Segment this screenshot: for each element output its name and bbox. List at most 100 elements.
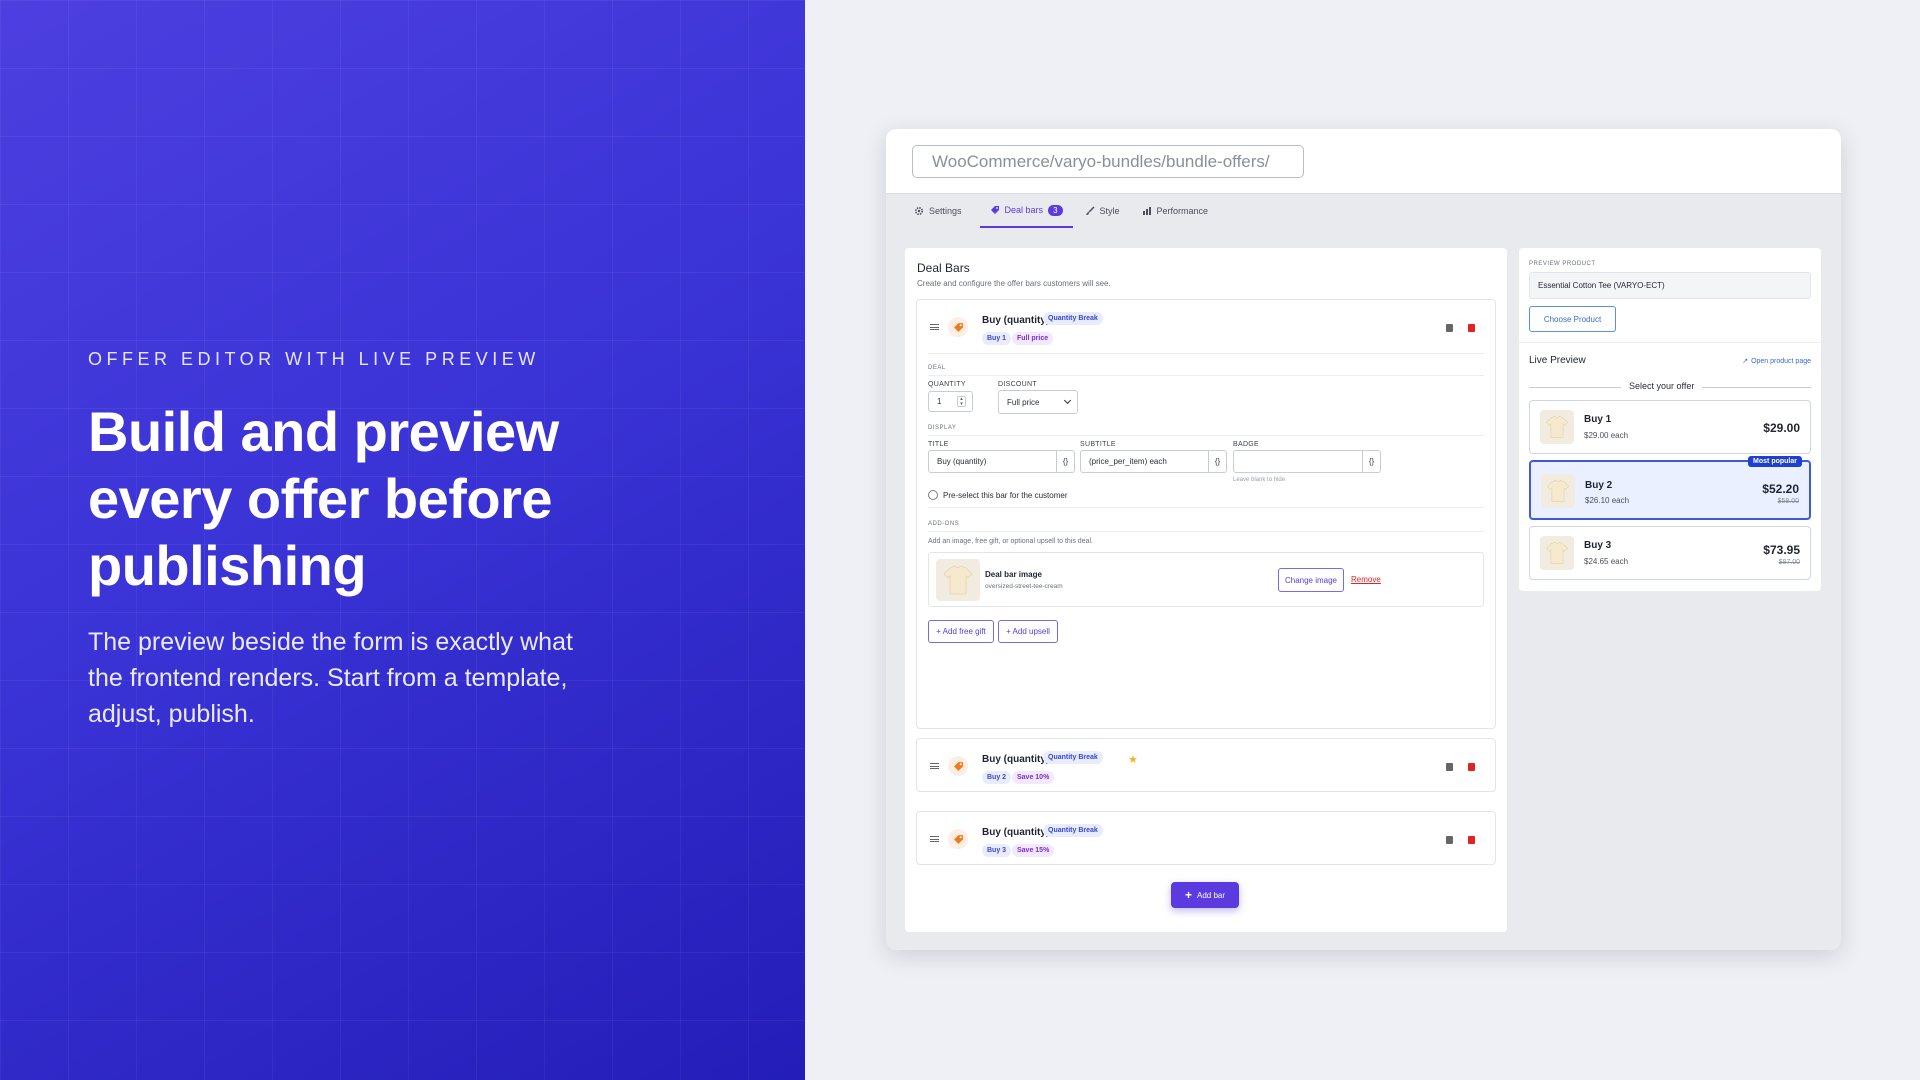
price-tag-icon: [948, 829, 968, 849]
add-free-gift-button[interactable]: + Add free gift: [928, 620, 994, 643]
hero-eyebrow: OFFER EDITOR WITH LIVE PREVIEW: [88, 349, 540, 369]
offer-name: Buy 1: [1584, 414, 1612, 425]
offer-option-1[interactable]: Buy 1 $29.00 each $29.00: [1529, 400, 1811, 454]
open-product-page-label: Open product page: [1751, 357, 1811, 365]
stepper-arrows-icon[interactable]: ▴ ▾: [957, 396, 966, 407]
delete-icon[interactable]: [1468, 324, 1475, 332]
star-icon: ★: [1128, 754, 1138, 766]
drag-handle-icon[interactable]: [930, 763, 939, 769]
drag-handle-icon[interactable]: [930, 324, 939, 330]
delete-icon[interactable]: [1468, 763, 1475, 771]
tab-settings[interactable]: Settings: [914, 202, 972, 228]
deal-bar-image-title: Deal bar image: [985, 570, 1042, 579]
live-preview-title: Live Preview: [1529, 355, 1586, 366]
badge-field[interactable]: {}: [1233, 450, 1381, 473]
duplicate-icon[interactable]: [1446, 324, 1453, 332]
variable-insert-button[interactable]: {}: [1056, 451, 1074, 472]
divider: [928, 531, 1484, 532]
tag-icon: [990, 206, 999, 214]
offer-total-price: $52.20: [1762, 482, 1799, 496]
bar-chart-icon: [1142, 207, 1151, 215]
deal-bar-image-row: Deal bar image oversized-street-tee-crea…: [928, 552, 1484, 607]
tab-settings-label: Settings: [929, 206, 962, 216]
hero-title: Build and preview every offer before pub…: [88, 400, 559, 597]
title-value: Buy (quantity): [937, 457, 987, 466]
url-field[interactable]: WooCommerce/varyo-bundles/bundle-offers/: [912, 145, 1304, 178]
title-field[interactable]: Buy (quantity) {}: [928, 450, 1075, 473]
preselect-radio[interactable]: [928, 490, 938, 500]
addons-description: Add an image, free gift, or optional ups…: [928, 538, 1093, 545]
divider: [928, 507, 1484, 508]
discount-chip: Full price: [1012, 332, 1054, 345]
hero-panel: OFFER EDITOR WITH LIVE PREVIEW Build and…: [0, 0, 805, 1080]
offer-option-2[interactable]: Most popular Buy 2 $26.10 each $52.20 $5…: [1529, 456, 1811, 520]
badge-label: BADGE: [1233, 441, 1260, 448]
chevron-down-icon: [1063, 396, 1072, 405]
delete-icon[interactable]: [1468, 836, 1475, 844]
preview-product-field[interactable]: Essential Cotton Tee (VARYO-ECT): [1529, 272, 1811, 299]
preview-product-value: Essential Cotton Tee (VARYO-ECT): [1538, 281, 1665, 290]
divider: [928, 435, 1484, 436]
gear-icon: [914, 206, 924, 216]
drag-handle-icon[interactable]: [930, 836, 939, 842]
offer-original-price: $87.00: [1778, 559, 1800, 566]
most-popular-badge: Most popular: [1748, 456, 1802, 467]
quantity-stepper[interactable]: 1 ▴ ▾: [928, 391, 973, 412]
addons-section-label: ADD-ONS: [928, 521, 960, 527]
tab-performance[interactable]: Performance: [1142, 202, 1219, 228]
tab-deal-bars[interactable]: Deal bars 3: [979, 202, 1073, 228]
quantity-chip: Buy 3: [982, 844, 1012, 857]
change-image-button[interactable]: Change image: [1278, 568, 1344, 592]
display-section-label: DISPLAY: [928, 425, 957, 431]
deal-bar-3[interactable]: Buy (quantity) Quantity Break Buy 3 Save…: [916, 811, 1496, 865]
quantity-label: QUANTITY: [928, 381, 966, 388]
duplicate-icon[interactable]: [1446, 763, 1453, 771]
subtitle-label: SUBTITLE: [1080, 441, 1116, 448]
offer-option-3[interactable]: Buy 3 $24.65 each $73.95 $87.00: [1529, 526, 1811, 580]
offer-total-price: $73.95: [1763, 543, 1800, 557]
quantity-value: 1: [937, 397, 942, 406]
tshirt-thumbnail: [936, 559, 980, 601]
tab-style-label: Style: [1099, 206, 1120, 216]
discount-chip: Save 10%: [1012, 771, 1055, 784]
tab-bar: Settings Deal bars 3 Style Performance: [914, 202, 1230, 228]
divider: [928, 375, 1484, 376]
subtitle-value: (price_per_item) each: [1089, 457, 1167, 466]
open-product-page-link[interactable]: ↗ Open product page: [1742, 357, 1811, 366]
variable-insert-button[interactable]: {}: [1362, 451, 1380, 472]
discount-value: Full price: [1007, 397, 1040, 407]
tab-performance-label: Performance: [1156, 206, 1209, 216]
quantity-break-chip: Quantity Break: [1043, 751, 1103, 764]
offer-unit-price: $29.00 each: [1584, 431, 1629, 440]
preview-product-label: PREVIEW PRODUCT: [1529, 261, 1596, 267]
deal-bar-1: Buy (quantity) Quantity Break Buy 1 Full…: [916, 299, 1496, 729]
title-label: TITLE: [928, 441, 949, 448]
tshirt-thumbnail: [1541, 474, 1575, 508]
quantity-break-chip: Quantity Break: [1043, 824, 1103, 837]
choose-product-button[interactable]: Choose Product: [1529, 306, 1616, 332]
preselect-label: Pre-select this bar for the customer: [943, 491, 1068, 500]
url-bar: WooCommerce/varyo-bundles/bundle-offers/: [886, 129, 1841, 194]
duplicate-icon[interactable]: [1446, 836, 1453, 844]
add-upsell-button[interactable]: + Add upsell: [998, 620, 1058, 643]
deal-bar-title: Buy (quantity): [982, 315, 1050, 326]
plus-icon: +: [1184, 888, 1192, 902]
deal-bar-image-filename: oversized-street-tee-cream: [985, 583, 1063, 590]
deal-bars-subtitle: Create and configure the offer bars cust…: [917, 279, 1111, 288]
discount-select[interactable]: Full price: [998, 390, 1078, 414]
subtitle-field[interactable]: (price_per_item) each {}: [1080, 450, 1227, 473]
brush-icon: [1085, 206, 1095, 215]
remove-image-link[interactable]: Remove: [1351, 575, 1381, 584]
app-window: WooCommerce/varyo-bundles/bundle-offers/…: [886, 129, 1841, 950]
quantity-chip: Buy 2: [982, 771, 1012, 784]
deal-bar-2[interactable]: Buy (quantity) Quantity Break ★ Buy 2 Sa…: [916, 738, 1496, 792]
select-offer-heading: Select your offer: [1621, 381, 1703, 391]
hero-body: The preview beside the form is exactly w…: [88, 628, 573, 728]
tab-style[interactable]: Style: [1085, 202, 1130, 228]
variable-insert-button[interactable]: {}: [1208, 451, 1226, 472]
discount-chip: Save 15%: [1012, 844, 1055, 857]
add-bar-button[interactable]: + Add bar: [1171, 882, 1239, 908]
preview-card: PREVIEW PRODUCT Essential Cotton Tee (VA…: [1519, 248, 1821, 591]
deal-section-label: DEAL: [928, 365, 946, 371]
price-tag-icon: [948, 756, 968, 776]
